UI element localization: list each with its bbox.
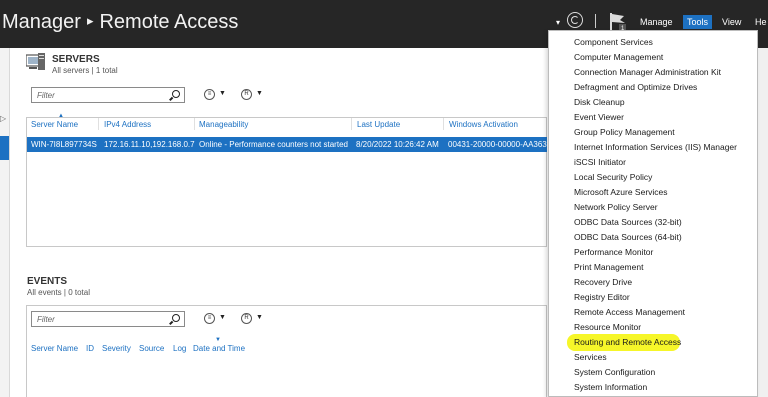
events-filter-placeholder: Filter xyxy=(37,315,55,324)
save-query-icon[interactable]: R xyxy=(241,313,252,324)
col-divider xyxy=(194,118,195,130)
col-header-event-date-time[interactable]: Date and Time xyxy=(193,344,245,353)
col-header-event-severity[interactable]: Severity xyxy=(102,344,131,353)
cell-ipv4: 172.16.11.10,192.168.0.7 xyxy=(104,140,195,149)
search-icon[interactable] xyxy=(172,314,180,322)
right-edge-panel xyxy=(758,48,768,397)
tools-menu-item[interactable]: Connection Manager Administration Kit xyxy=(574,67,721,77)
col-header-ipv4[interactable]: IPv4 Address xyxy=(104,120,151,129)
col-divider xyxy=(443,118,444,130)
save-query-dropdown-icon[interactable]: ▼ xyxy=(256,314,263,321)
tools-menu-item[interactable]: Recovery Drive xyxy=(574,277,632,287)
save-query-dropdown-icon[interactable]: ▼ xyxy=(256,90,263,97)
view-options-icon[interactable]: ≡ xyxy=(204,89,215,100)
page-title: Manager ▸ Remote Access xyxy=(2,11,238,34)
tools-menu-item[interactable]: Network Policy Server xyxy=(574,202,658,212)
col-header-event-id[interactable]: ID xyxy=(86,344,94,353)
col-header-server-name[interactable]: Server Name xyxy=(31,120,78,129)
nav-selected-item[interactable] xyxy=(0,136,9,160)
tools-menu-item[interactable]: Resource Monitor xyxy=(574,322,641,332)
toolbar-divider xyxy=(595,14,596,28)
cell-manageability: Online - Performance counters not starte… xyxy=(199,140,348,149)
col-header-manageability[interactable]: Manageability xyxy=(199,120,248,129)
servers-title: SERVERS xyxy=(52,54,100,65)
menu-view[interactable]: View xyxy=(722,17,741,27)
servers-subtitle: All servers | 1 total xyxy=(52,66,118,75)
tools-menu-item[interactable]: System Information xyxy=(574,382,647,392)
tools-menu-item[interactable]: Local Security Policy xyxy=(574,172,652,182)
tools-menu-item[interactable]: Component Services xyxy=(574,37,653,47)
title-manager: Manager xyxy=(2,11,81,33)
servers-filter-placeholder: Filter xyxy=(37,91,55,100)
col-header-event-server-name[interactable]: Server Name xyxy=(31,344,78,353)
menu-manage[interactable]: Manage xyxy=(640,17,673,27)
table-row[interactable]: WIN-7I8L897734S 172.16.11.10,192.168.0.7… xyxy=(27,137,547,152)
tools-menu-item[interactable]: iSCSI Initiator xyxy=(574,157,626,167)
cell-activation: 00431-20000-00000-AA363 xyxy=(448,140,547,149)
cell-server-name: WIN-7I8L897734S xyxy=(31,140,97,149)
col-divider xyxy=(98,118,99,130)
tools-menu-item[interactable]: Disk Cleanup xyxy=(574,97,625,107)
servers-filter-input[interactable]: Filter xyxy=(31,87,185,103)
view-options-dropdown-icon[interactable]: ▼ xyxy=(219,314,226,321)
view-options-dropdown-icon[interactable]: ▼ xyxy=(219,90,226,97)
col-header-windows-activation[interactable]: Windows Activation xyxy=(449,120,518,129)
cell-last-update: 8/20/2022 10:26:42 AM xyxy=(356,140,439,149)
tools-menu-item[interactable]: Routing and Remote Access xyxy=(574,337,681,347)
col-divider xyxy=(351,118,352,130)
tools-menu-item[interactable]: Microsoft Azure Services xyxy=(574,187,668,197)
title-remote-access: Remote Access xyxy=(99,11,239,33)
events-title: EVENTS xyxy=(27,276,68,287)
breadcrumb-separator: ▸ xyxy=(86,13,94,28)
events-subtitle: All events | 0 total xyxy=(27,288,90,297)
tools-menu-item[interactable]: Group Policy Management xyxy=(574,127,675,137)
menu-tools[interactable]: Tools xyxy=(683,15,713,29)
tools-menu-item[interactable]: Event Viewer xyxy=(574,112,624,122)
tools-menu-item[interactable]: System Configuration xyxy=(574,367,655,377)
col-header-last-update[interactable]: Last Update xyxy=(357,120,400,129)
tools-menu-item[interactable]: Performance Monitor xyxy=(574,247,653,257)
left-nav-strip: ▷ xyxy=(0,48,10,397)
tools-menu-item[interactable]: Services xyxy=(574,352,607,362)
back-dropdown-icon[interactable]: ▾ xyxy=(556,18,560,27)
tools-menu-item[interactable]: Internet Information Services (IIS) Mana… xyxy=(574,142,737,152)
menu-help[interactable]: He xyxy=(755,17,767,27)
notifications-flag-icon[interactable]: 1 xyxy=(608,12,628,32)
tools-menu-item[interactable]: ODBC Data Sources (32-bit) xyxy=(574,217,682,227)
view-options-icon[interactable]: ≡ xyxy=(204,313,215,324)
tools-menu-item[interactable]: ODBC Data Sources (64-bit) xyxy=(574,232,682,242)
nav-expand-icon[interactable]: ▷ xyxy=(0,114,6,123)
events-filter-input[interactable]: Filter xyxy=(31,311,185,327)
col-header-event-source[interactable]: Source xyxy=(139,344,164,353)
search-icon[interactable] xyxy=(172,90,180,98)
servers-icon xyxy=(26,53,45,70)
tools-menu-item[interactable]: Registry Editor xyxy=(574,292,630,302)
tools-menu-item[interactable]: Defragment and Optimize Drives xyxy=(574,82,697,92)
refresh-icon[interactable] xyxy=(567,12,583,28)
save-query-icon[interactable]: R xyxy=(241,89,252,100)
tools-menu-item[interactable]: Computer Management xyxy=(574,52,663,62)
sort-descending-icon: ▼ xyxy=(215,337,221,343)
sort-ascending-icon: ▲ xyxy=(58,113,64,119)
col-header-event-log[interactable]: Log xyxy=(173,344,186,353)
tools-menu-item[interactable]: Remote Access Management xyxy=(574,307,685,317)
tools-menu-item[interactable]: Print Management xyxy=(574,262,643,272)
